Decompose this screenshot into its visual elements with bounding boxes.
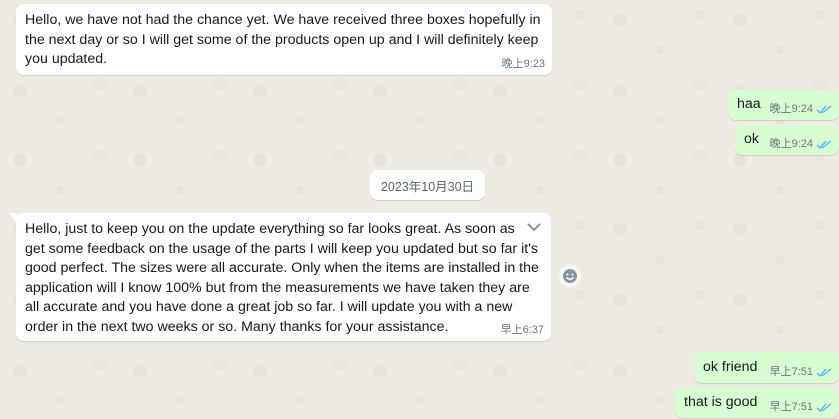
chat-panel[interactable]: Hello, we have not had the chance yet. W… — [0, 0, 839, 419]
emoji-smile-icon — [563, 269, 577, 283]
chevron-down-icon[interactable] — [526, 221, 542, 233]
message-meta: 晚上9:23 — [502, 57, 545, 72]
date-divider-label: 2023年10月30日 — [380, 179, 475, 194]
message-meta: 晚上9:24 — [770, 102, 832, 117]
message-outgoing[interactable]: ok 晚上9:24 — [735, 125, 839, 155]
message-meta: 早上7:51 — [770, 400, 832, 415]
double-check-icon — [816, 105, 832, 115]
message-incoming[interactable]: Hello, we have not had the chance yet. W… — [16, 4, 552, 75]
message-time: 晚上9:24 — [769, 138, 813, 150]
message-time: 早上7:51 — [769, 401, 813, 413]
message-time: 晚上9:23 — [501, 58, 545, 70]
double-check-icon — [816, 403, 832, 413]
message-meta: 晚上9:24 — [770, 137, 832, 152]
message-time: 早上6:37 — [500, 324, 544, 336]
message-outgoing[interactable]: ok friend 早上7:51 — [694, 352, 839, 383]
double-check-icon — [816, 368, 832, 378]
message-time: 早上7:51 — [769, 366, 813, 378]
message-text: Hello, we have not had the chance yet. W… — [25, 12, 541, 67]
message-incoming[interactable]: Hello, just to keep you on the update ev… — [9, 213, 551, 341]
message-time: 晚上9:24 — [769, 103, 813, 115]
message-meta: 早上7:51 — [770, 365, 832, 380]
react-button[interactable] — [559, 265, 581, 287]
message-text: Hello, just to keep you on the update ev… — [25, 221, 539, 335]
bubble-tail — [9, 213, 17, 223]
message-outgoing[interactable]: haa 晚上9:24 — [728, 90, 839, 120]
double-check-icon — [816, 140, 832, 150]
date-divider: 2023年10月30日 — [370, 170, 485, 200]
message-meta: 早上6:37 — [501, 323, 544, 338]
message-outgoing[interactable]: that is good 早上7:51 — [675, 387, 839, 418]
